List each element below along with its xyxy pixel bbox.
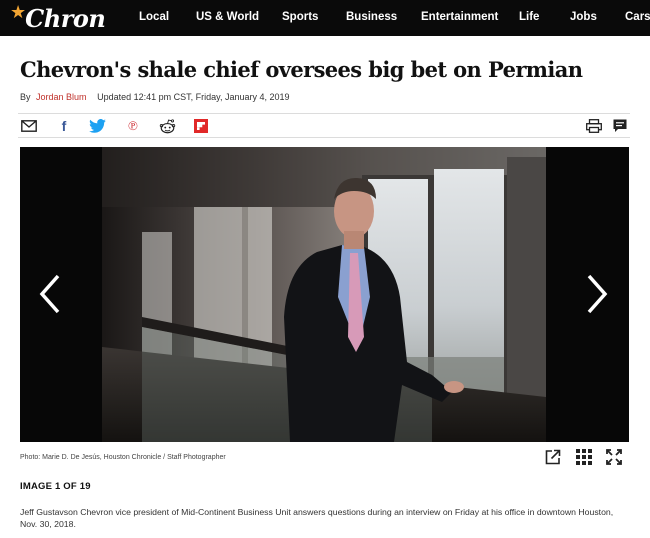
next-image-button[interactable]	[583, 272, 611, 316]
fullscreen-icon[interactable]	[606, 449, 624, 467]
star-icon: ★	[10, 1, 27, 23]
photo-gallery	[20, 147, 629, 442]
nav-item-business[interactable]: Business	[346, 11, 397, 23]
share-divider-bottom	[18, 137, 630, 138]
twitter-icon[interactable]	[88, 117, 106, 135]
reddit-icon[interactable]	[158, 117, 176, 135]
gallery-photo[interactable]	[102, 147, 546, 442]
logo-text: Chron	[25, 3, 106, 33]
photo-credit: Photo: Marie D. De Jesús, Houston Chroni…	[20, 454, 226, 461]
author-link[interactable]: Jordan Blum	[36, 92, 87, 102]
nav-item-sports[interactable]: Sports	[282, 11, 318, 23]
top-nav: ★ Chron Local US & World Sports Business…	[0, 0, 650, 36]
grid-view-icon[interactable]	[576, 449, 594, 467]
article-headline: Chevron's shale chief oversees big bet o…	[20, 57, 583, 82]
nav-item-local[interactable]: Local	[139, 11, 169, 23]
mail-icon[interactable]	[20, 117, 38, 135]
comment-icon[interactable]	[611, 117, 629, 135]
facebook-icon[interactable]: f	[55, 117, 73, 135]
open-external-icon[interactable]	[545, 449, 563, 467]
nav-item-entertainment[interactable]: Entertainment	[421, 11, 498, 23]
nav-item-jobs[interactable]: Jobs	[570, 11, 597, 23]
nav-item-life[interactable]: Life	[519, 11, 539, 23]
previous-image-button[interactable]	[36, 272, 64, 316]
chron-logo[interactable]: ★ Chron	[10, 1, 106, 33]
image-counter: IMAGE 1 OF 19	[20, 481, 91, 492]
share-divider-top	[18, 113, 630, 114]
pinterest-icon[interactable]: ℗	[124, 117, 142, 135]
flipboard-icon[interactable]	[192, 117, 210, 135]
photo-caption: Jeff Gustavson Chevron vice president of…	[20, 507, 614, 529]
byline-prefix: By	[20, 92, 31, 102]
byline: By Jordan Blum Updated 12:41 pm CST, Fri…	[20, 92, 290, 102]
nav-item-us-world[interactable]: US & World	[196, 11, 259, 23]
nav-item-cars[interactable]: Cars	[625, 11, 650, 23]
updated-timestamp: Updated 12:41 pm CST, Friday, January 4,…	[97, 92, 290, 102]
print-icon[interactable]	[585, 117, 603, 135]
